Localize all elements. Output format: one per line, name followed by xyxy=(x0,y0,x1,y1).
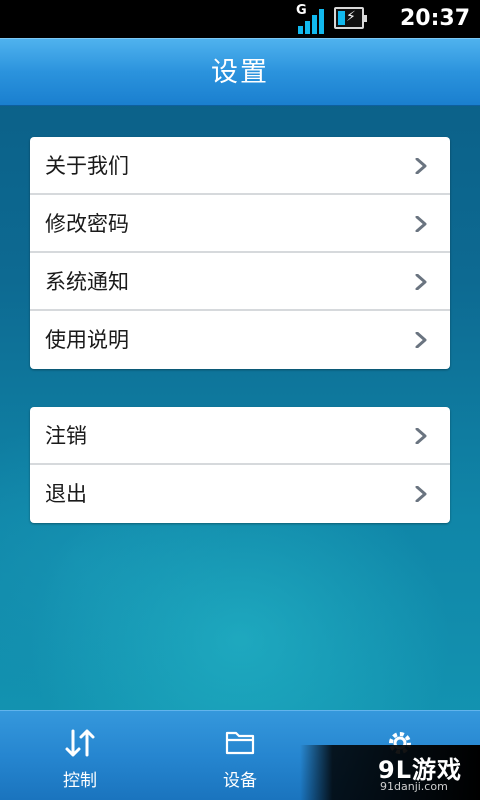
chevron-right-icon xyxy=(415,486,427,502)
status-bar: G ⚡ 20:37 xyxy=(0,0,480,38)
menu-item-label: 使用说明 xyxy=(45,328,129,352)
menu-item-label: 退出 xyxy=(45,482,87,506)
menu-item-label: 关于我们 xyxy=(45,154,129,178)
battery-charging-icon: ⚡ xyxy=(334,7,367,29)
tab-label: 设备 xyxy=(223,771,257,791)
settings-group-account: 注销 退出 xyxy=(30,407,450,523)
watermark-logo: 9L游戏 91danji.com xyxy=(300,745,480,800)
menu-item-label: 系统通知 xyxy=(45,270,129,294)
title-bar: 设置 xyxy=(0,38,480,106)
menu-item-about-us[interactable]: 关于我们 xyxy=(30,137,450,195)
page-title: 设置 xyxy=(211,57,269,88)
chevron-right-icon xyxy=(415,216,427,232)
chevron-right-icon xyxy=(415,428,427,444)
chevron-right-icon xyxy=(415,274,427,290)
menu-item-label: 修改密码 xyxy=(45,212,129,236)
folder-icon xyxy=(225,731,255,755)
chevron-right-icon xyxy=(415,332,427,348)
menu-item-exit[interactable]: 退出 xyxy=(30,465,450,523)
chevron-right-icon xyxy=(415,158,427,174)
settings-group-main: 关于我们 修改密码 系统通知 使用说明 xyxy=(30,137,450,369)
status-time: 20:37 xyxy=(399,6,470,31)
signal-strength-icon xyxy=(298,8,328,34)
menu-item-change-password[interactable]: 修改密码 xyxy=(30,195,450,253)
settings-screen: G ⚡ 20:37 设置 关于我们 修改密码 系统通知 使用说明 注销 退出 控… xyxy=(0,0,480,800)
menu-item-user-guide[interactable]: 使用说明 xyxy=(30,311,450,369)
menu-item-system-notifications[interactable]: 系统通知 xyxy=(30,253,450,311)
tab-label: 控制 xyxy=(63,771,97,791)
menu-item-logout[interactable]: 注销 xyxy=(30,407,450,465)
watermark-url: 91danji.com xyxy=(380,780,448,793)
menu-item-label: 注销 xyxy=(45,424,87,448)
swap-vertical-arrows-icon xyxy=(65,729,95,757)
tab-control[interactable]: 控制 xyxy=(0,711,160,800)
tab-devices[interactable]: 设备 xyxy=(160,711,320,800)
